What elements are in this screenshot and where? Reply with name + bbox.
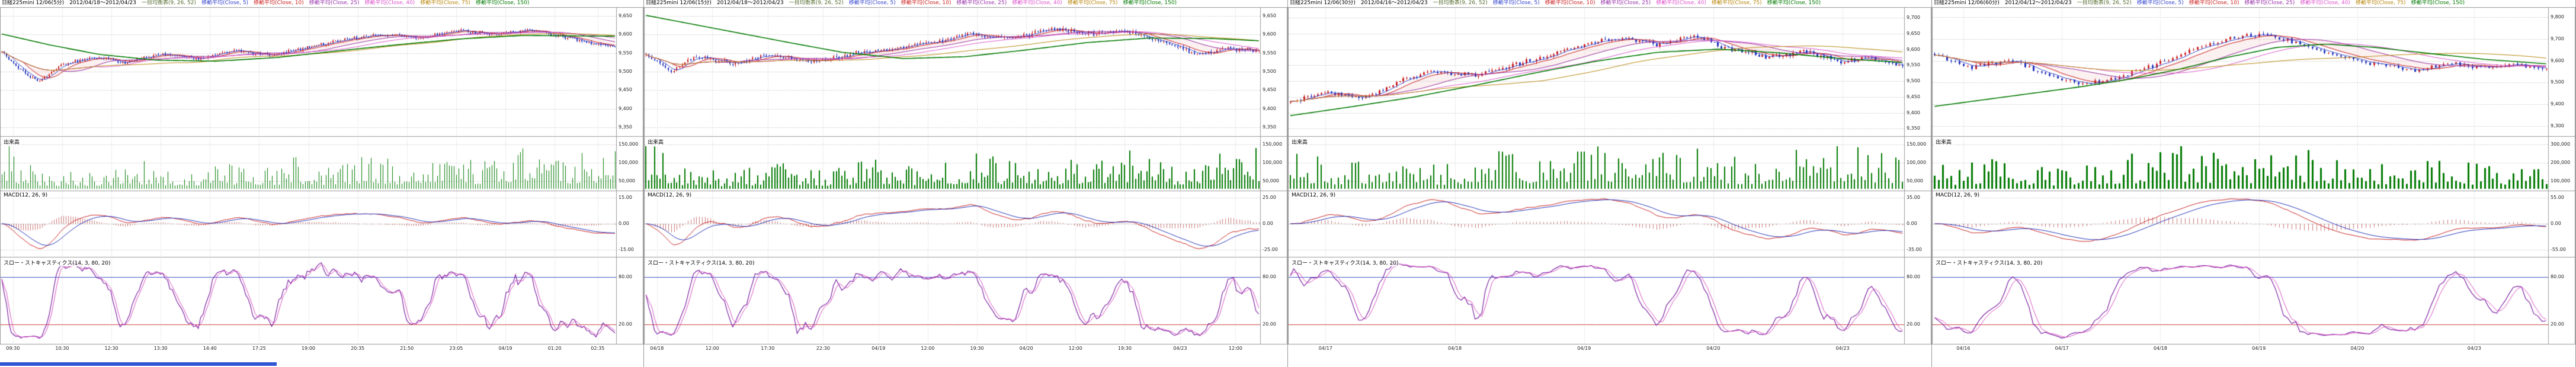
panel-header: 日経225mini 12/06(60分) 2012/04/12～2012/04/2… [1932,0,2575,7]
chart-date-range: 2012/04/18～2012/04/23 [69,0,136,6]
indicator-label: 移動平均(Close, 10) [2189,0,2239,6]
chart-plot-canvas[interactable] [0,7,643,367]
indicator-label: 移動平均(Close, 25) [309,0,360,6]
indicator-label: 一目均衡表(9, 26, 52) [2077,0,2132,6]
panel-header: 日経225mini 12/06(30分) 2012/04/16～2012/04/2… [1288,0,1931,7]
chart-date-range: 2012/04/12～2012/04/23 [2005,0,2072,6]
indicator-label: 一目均衡表(9, 26, 52) [789,0,844,6]
indicator-label: 一目均衡表(9, 26, 52) [1433,0,1488,6]
indicator-label: 移動平均(Close, 75) [2356,0,2406,6]
chart-plot-canvas[interactable] [644,7,1287,367]
chart-plot-canvas[interactable] [1932,7,2575,367]
indicator-label: 移動平均(Close, 40) [2300,0,2350,6]
chart-title: 日経225mini 12/06(30分) [1290,0,1356,6]
h-scrollbar-track[interactable] [0,362,643,366]
h-scrollbar-thumb[interactable] [0,362,277,366]
chart-panel: 日経225mini 12/06(15分) 2012/04/18～2012/04/2… [644,0,1288,367]
panel-header: 日経225mini 12/06(5分) 2012/04/18～2012/04/23… [0,0,643,7]
indicator-label: 移動平均(Close, 75) [1068,0,1118,6]
indicator-label: 移動平均(Close, 75) [420,0,470,6]
indicator-label: 移動平均(Close, 40) [365,0,415,6]
chart-title: 日経225mini 12/06(5分) [2,0,64,6]
chart-title: 日経225mini 12/06(15分) [646,0,712,6]
indicator-label: 移動平均(Close, 5) [201,0,248,6]
indicator-label: 移動平均(Close, 25) [957,0,1007,6]
indicator-label: 移動平均(Close, 150) [1767,0,1821,6]
chart-plot-canvas[interactable] [1288,7,1931,367]
indicator-label: 一目均衡表(9, 26, 52) [142,0,196,6]
chart-title: 日経225mini 12/06(60分) [1934,0,2000,6]
indicator-label: 移動平均(Close, 150) [476,0,529,6]
chart-panel: 日経225mini 12/06(60分) 2012/04/12～2012/04/2… [1932,0,2576,367]
indicator-label: 移動平均(Close, 150) [1123,0,1177,6]
indicator-label: 移動平均(Close, 25) [1601,0,1651,6]
indicator-label: 移動平均(Close, 5) [1493,0,1540,6]
indicator-label: 移動平均(Close, 150) [2411,0,2465,6]
indicator-label: 移動平均(Close, 10) [901,0,951,6]
chart-date-range: 2012/04/16～2012/04/23 [1361,0,1428,6]
indicator-label: 移動平均(Close, 40) [1656,0,1706,6]
indicator-label: 移動平均(Close, 10) [1545,0,1595,6]
panel-header: 日経225mini 12/06(15分) 2012/04/18～2012/04/2… [644,0,1287,7]
indicator-label: 移動平均(Close, 5) [2137,0,2184,6]
indicator-label: 移動平均(Close, 40) [1012,0,1062,6]
indicator-label: 移動平均(Close, 75) [1712,0,1762,6]
chart-panel: 日経225mini 12/06(5分) 2012/04/18～2012/04/23… [0,0,644,367]
chart-panel: 日経225mini 12/06(30分) 2012/04/16～2012/04/2… [1288,0,1932,367]
panels-row: 日経225mini 12/06(5分) 2012/04/18～2012/04/23… [0,0,2576,367]
indicator-label: 移動平均(Close, 25) [2245,0,2295,6]
chart-date-range: 2012/04/18～2012/04/23 [717,0,784,6]
indicator-label: 移動平均(Close, 10) [254,0,304,6]
indicator-label: 移動平均(Close, 5) [849,0,896,6]
